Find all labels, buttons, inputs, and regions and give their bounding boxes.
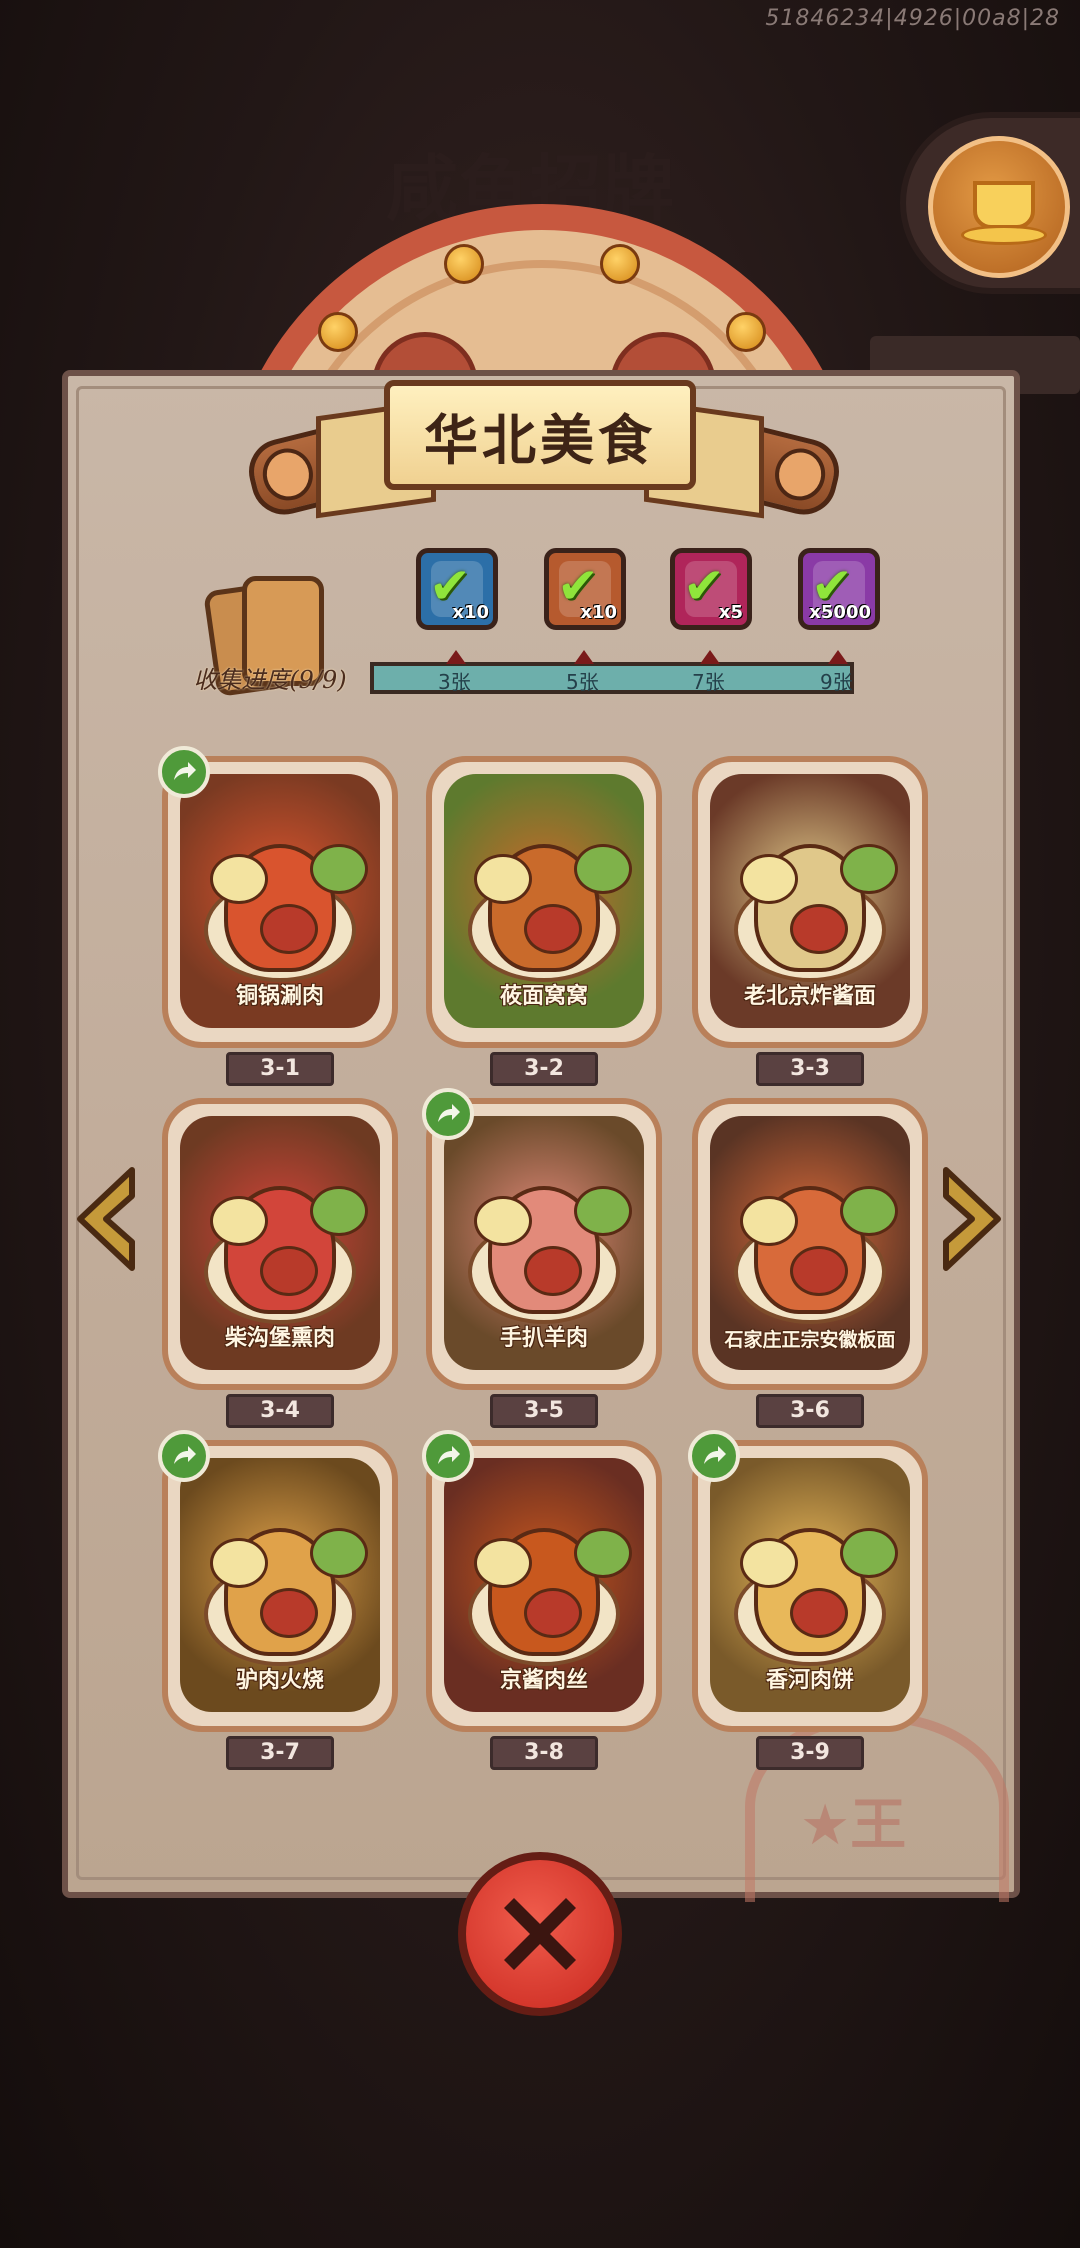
debug-id-text: 51846234|4926|00a8|28 <box>765 6 1060 31</box>
dish-card[interactable]: 柴沟堡熏肉 <box>162 1098 398 1390</box>
seal-stamp-mark: ★王 <box>800 1793 907 1858</box>
dish-name: 京酱肉丝 <box>499 1667 588 1693</box>
stud-icon <box>600 244 640 284</box>
dish-image: 老北京炸酱面 <box>710 774 910 1028</box>
dish-name: 香河肉饼 <box>765 1667 854 1693</box>
dish-image: 莜面窝窝 <box>444 774 644 1028</box>
dish-image: 手扒羊肉 <box>444 1116 644 1370</box>
dish-code-tag: 3-2 <box>490 1052 598 1086</box>
panel-title: 华北美食 <box>424 407 656 472</box>
share-button[interactable] <box>688 1430 740 1482</box>
next-page-arrow-icon[interactable] <box>938 1164 1008 1274</box>
stud-icon <box>318 312 358 352</box>
milestone-marker <box>828 650 848 664</box>
share-button[interactable] <box>158 746 210 798</box>
stud-icon <box>726 312 766 352</box>
dish-code-tag: 3-9 <box>756 1736 864 1770</box>
milestone-marker <box>700 650 720 664</box>
dish-name: 莜面窝窝 <box>499 983 588 1009</box>
reward-quantity: x5 <box>718 602 743 623</box>
dish-card[interactable]: 香河肉饼 <box>692 1440 928 1732</box>
stud-icon <box>444 244 484 284</box>
reward-quantity: x10 <box>580 602 617 623</box>
milestone-label: 5张 <box>566 670 599 694</box>
share-arrow-icon <box>174 1446 196 1464</box>
reward-quantity: x5000 <box>809 602 871 623</box>
close-icon <box>504 1898 576 1970</box>
reward-gem-orb-icon[interactable]: ✔ x5 <box>670 548 752 630</box>
milestone-marker <box>574 650 594 664</box>
dish-code-tag: 3-8 <box>490 1736 598 1770</box>
share-arrow-icon <box>438 1446 460 1464</box>
share-button[interactable] <box>422 1088 474 1140</box>
dish-code-tag: 3-3 <box>756 1052 864 1086</box>
dish-card[interactable]: 手扒羊肉 <box>426 1098 662 1390</box>
dish-name: 石家庄正宗安徽板面 <box>724 1329 896 1351</box>
dish-image: 驴肉火烧 <box>180 1458 380 1712</box>
share-arrow-icon <box>174 762 196 780</box>
reward-quantity: x10 <box>452 602 489 623</box>
previous-page-arrow-icon[interactable] <box>70 1164 140 1274</box>
share-button[interactable] <box>158 1430 210 1482</box>
dish-code-tag: 3-1 <box>226 1052 334 1086</box>
dish-name: 老北京炸酱面 <box>743 983 876 1009</box>
dish-card[interactable]: 石家庄正宗安徽板面 <box>692 1098 928 1390</box>
share-arrow-icon <box>704 1446 726 1464</box>
reward-silver-ingot-icon[interactable]: ✔ x5000 <box>798 548 880 630</box>
dish-card[interactable]: 京酱肉丝 <box>426 1440 662 1732</box>
dish-code-tag: 3-6 <box>756 1394 864 1428</box>
dish-image: 柴沟堡熏肉 <box>180 1116 380 1370</box>
dish-name: 柴沟堡熏肉 <box>224 1325 335 1351</box>
dish-image: 香河肉饼 <box>710 1458 910 1712</box>
dish-card[interactable]: 莜面窝窝 <box>426 756 662 1048</box>
coffee-cup-icon <box>928 136 1070 278</box>
dish-name: 驴肉火烧 <box>235 1667 324 1693</box>
dish-name: 铜锅涮肉 <box>235 983 324 1009</box>
dish-code-tag: 3-4 <box>226 1394 334 1428</box>
reward-treasure-chest-icon[interactable]: ✔ x10 <box>416 548 498 630</box>
milestone-label: 9张 <box>820 670 853 694</box>
share-button[interactable] <box>422 1430 474 1482</box>
dish-name: 手扒羊肉 <box>499 1325 588 1351</box>
dish-image: 石家庄正宗安徽板面 <box>710 1116 910 1370</box>
dish-image: 铜锅涮肉 <box>180 774 380 1028</box>
dish-code-tag: 3-5 <box>490 1394 598 1428</box>
dish-card[interactable]: 老北京炸酱面 <box>692 756 928 1048</box>
coffee-cup-button[interactable] <box>900 112 1080 294</box>
dish-image: 京酱肉丝 <box>444 1458 644 1712</box>
milestone-label: 3张 <box>438 670 471 694</box>
title-banner: 华北美食 <box>310 380 770 520</box>
milestone-label: 7张 <box>692 670 725 694</box>
dish-code-tag: 3-7 <box>226 1736 334 1770</box>
share-arrow-icon <box>438 1104 460 1122</box>
dish-card[interactable]: 铜锅涮肉 <box>162 756 398 1048</box>
collection-progress-label: 收集进度(9/9) <box>193 666 347 694</box>
close-button[interactable] <box>458 1852 622 2016</box>
dish-card[interactable]: 驴肉火烧 <box>162 1440 398 1732</box>
reward-shovel-icon[interactable]: ✔ x10 <box>544 548 626 630</box>
milestone-marker <box>446 650 466 664</box>
game-screen: 51846234|4926|00a8|28 咸鱼招牌 ★王 华北美食 收集进度(… <box>0 0 1080 2248</box>
